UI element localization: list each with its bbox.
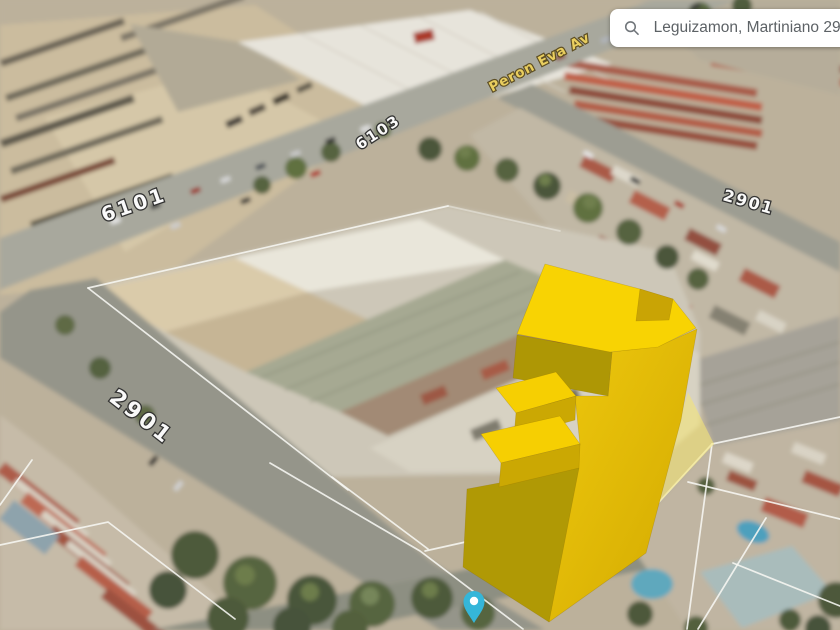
search-box[interactable] xyxy=(610,9,840,47)
map-pin-center xyxy=(469,596,479,606)
search-icon xyxy=(624,21,639,36)
map-canvas[interactable]: 6101 6103 2901 2901 Peron Eva Av xyxy=(0,0,840,630)
search-input[interactable] xyxy=(651,18,840,38)
map-3d-view[interactable]: 6101 6103 2901 2901 Peron Eva Av xyxy=(0,0,840,630)
